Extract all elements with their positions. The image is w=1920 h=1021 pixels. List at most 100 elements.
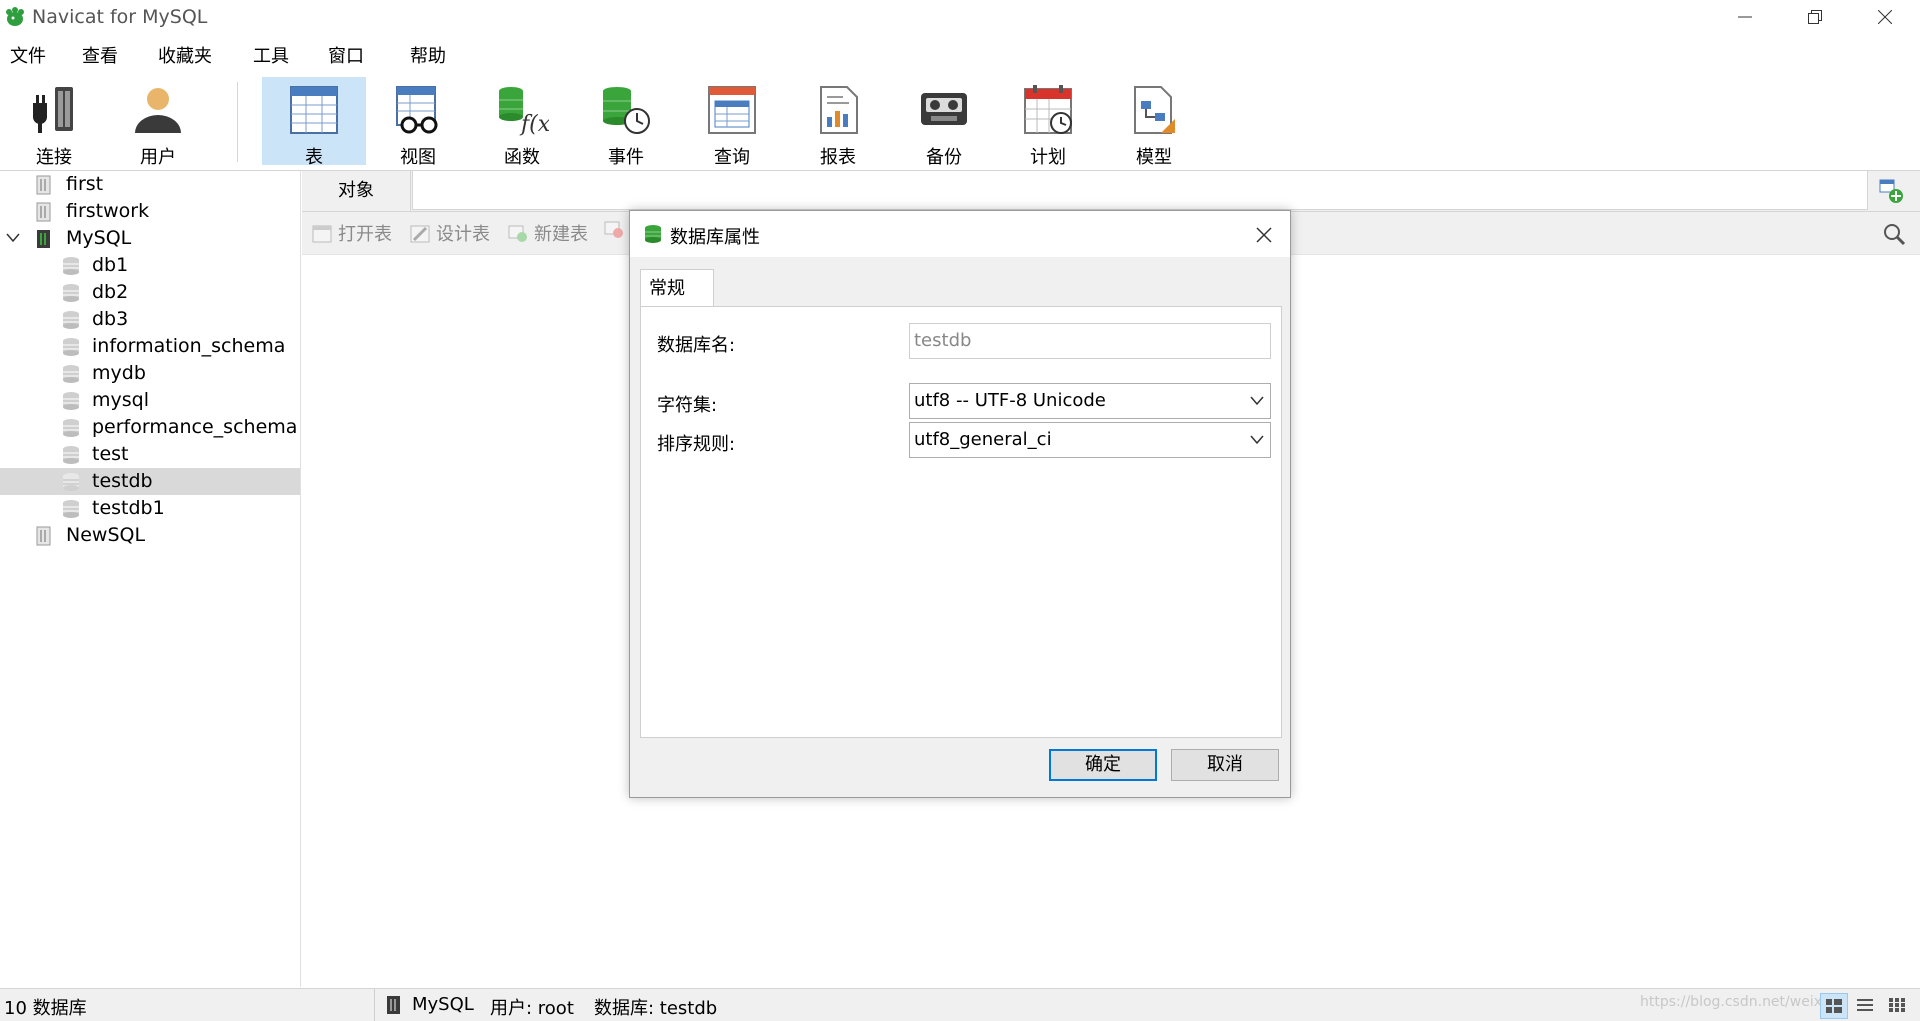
toolbar-backup-button[interactable]: 备份 — [892, 77, 996, 168]
view-detail-button[interactable] — [1852, 993, 1878, 1017]
restore-icon — [1808, 10, 1822, 24]
toolbar-schedule-button[interactable]: 计划 — [996, 77, 1100, 168]
tree-item-db2[interactable]: db2 — [0, 279, 300, 306]
toolbar-connection-label: 连接 — [36, 147, 72, 168]
toolbar-function-button[interactable]: f(x) 函数 — [470, 77, 574, 168]
chevron-down-icon[interactable] — [6, 233, 20, 243]
cancel-button[interactable]: 取消 — [1171, 749, 1279, 781]
ok-button[interactable]: 确定 — [1049, 749, 1157, 781]
database-icon — [63, 311, 79, 329]
toolbar-event-label: 事件 — [608, 147, 644, 168]
tab-objects[interactable]: 对象 — [302, 171, 411, 211]
tree-item-testdb1[interactable]: testdb1 — [0, 495, 300, 522]
tree-item-performance-schema[interactable]: performance_schema — [0, 414, 300, 441]
tree-item-label: first — [66, 173, 104, 195]
toolbar-connection-button[interactable]: 连接 — [2, 77, 106, 168]
close-icon — [1878, 10, 1892, 24]
status-connection: MySQL — [412, 994, 474, 1015]
tree-item-testdb[interactable]: testdb — [0, 468, 300, 495]
tree-item-label: NewSQL — [66, 524, 146, 546]
tree-item-first[interactable]: first — [0, 171, 300, 198]
tree-item-information-schema[interactable]: information_schema — [0, 333, 300, 360]
status-divider — [374, 989, 375, 1021]
server-icon — [36, 202, 51, 222]
watermark-text: https://blog.csdn.net/weix... — [1640, 994, 1836, 1010]
collation-label: 排序规则: — [657, 434, 736, 455]
toolbar-model-button[interactable]: 模型 — [1102, 77, 1206, 168]
charset-select[interactable]: utf8 -- UTF-8 Unicode — [909, 383, 1271, 419]
search-icon[interactable] — [1882, 222, 1906, 246]
tree-item-label: MySQL — [66, 227, 132, 249]
tab-general[interactable]: 常规 — [640, 269, 714, 307]
tree-item-label: mysql — [92, 389, 149, 411]
tree-item-mysql-db[interactable]: mysql — [0, 387, 300, 414]
chevron-down-icon — [1250, 435, 1264, 445]
charset-label: 字符集: — [657, 395, 718, 416]
menu-tools[interactable]: 工具 — [253, 42, 289, 68]
menu-help[interactable]: 帮助 — [410, 42, 446, 68]
menu-file[interactable]: 文件 — [10, 42, 46, 68]
new-table-icon — [508, 225, 527, 242]
tree-item-label: firstwork — [66, 200, 150, 222]
toolbar-user-label: 用户 — [140, 147, 176, 168]
design-table-icon — [410, 225, 430, 243]
query-icon — [708, 86, 756, 134]
tree-item-db3[interactable]: db3 — [0, 306, 300, 333]
list-view-icon — [1826, 999, 1842, 1013]
open-table-button[interactable]: 打开表 — [312, 220, 392, 246]
toolbar-schedule-label: 计划 — [1030, 147, 1066, 168]
db-name-label: 数据库名: — [657, 335, 736, 356]
tree-item-label: performance_schema — [92, 416, 298, 438]
toolbar-user-button[interactable]: 用户 — [106, 77, 210, 168]
menu-view[interactable]: 查看 — [82, 42, 118, 68]
tree-item-label: db1 — [92, 254, 129, 276]
toolbar-separator — [237, 82, 238, 162]
design-table-label: 设计表 — [436, 224, 490, 245]
report-icon — [820, 86, 858, 134]
chevron-down-icon — [1250, 396, 1264, 406]
tree-item-test[interactable]: test — [0, 441, 300, 468]
view-grid-button[interactable] — [1884, 993, 1910, 1017]
view-list-button[interactable] — [1820, 993, 1848, 1019]
toolbar-event-button[interactable]: 事件 — [574, 77, 678, 168]
toolbar-report-label: 报表 — [820, 147, 856, 168]
tree-item-newsql[interactable]: NewSQL — [0, 522, 300, 549]
database-icon — [63, 392, 79, 410]
design-table-button[interactable]: 设计表 — [410, 220, 490, 246]
restore-button[interactable] — [1780, 0, 1850, 34]
new-tab-icon[interactable] — [1878, 178, 1904, 204]
toolbar-backup-label: 备份 — [926, 147, 962, 168]
menu-bar: 文件 查看 收藏夹 工具 窗口 帮助 — [0, 36, 1920, 72]
table-icon — [290, 86, 338, 134]
tree-item-mysql[interactable]: MySQL — [0, 225, 300, 252]
server-icon — [36, 175, 51, 195]
tree-item-label: mydb — [92, 362, 146, 384]
svg-text:f(x): f(x) — [519, 112, 549, 137]
toolbar-table-button[interactable]: 表 — [262, 77, 366, 168]
toolbar-function-label: 函数 — [504, 147, 540, 168]
toolbar-report-button[interactable]: 报表 — [786, 77, 890, 168]
close-icon[interactable] — [1252, 223, 1276, 247]
close-window-button[interactable] — [1850, 0, 1920, 34]
tree-item-firstwork[interactable]: firstwork — [0, 198, 300, 225]
database-icon — [63, 338, 79, 356]
new-table-button[interactable]: 新建表 — [508, 220, 588, 246]
delete-table-button[interactable] — [604, 220, 630, 241]
tree-item-label: db3 — [92, 308, 129, 330]
menu-window[interactable]: 窗口 — [328, 42, 364, 68]
delete-table-icon — [604, 221, 623, 238]
tree-item-mydb[interactable]: mydb — [0, 360, 300, 387]
view-icon — [396, 86, 438, 134]
tree-item-label: db2 — [92, 281, 129, 303]
calendar-icon — [1024, 85, 1072, 134]
minimize-button[interactable] — [1710, 0, 1780, 34]
toolbar-query-button[interactable]: 查询 — [680, 77, 784, 168]
collation-value: utf8_general_ci — [914, 429, 1052, 450]
toolbar-query-label: 查询 — [714, 147, 750, 168]
database-icon — [63, 365, 79, 383]
menu-favorites[interactable]: 收藏夹 — [158, 42, 212, 68]
tree-item-db1[interactable]: db1 — [0, 252, 300, 279]
toolbar-view-button[interactable]: 视图 — [366, 77, 470, 168]
collation-select[interactable]: utf8_general_ci — [909, 422, 1271, 458]
dialog-title-bar: 数据库属性 — [630, 211, 1290, 257]
